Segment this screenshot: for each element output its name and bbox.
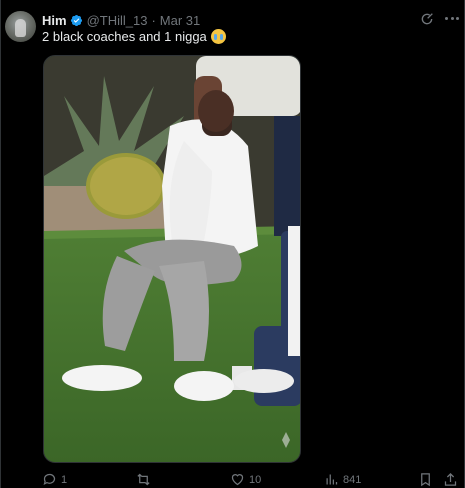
reply-icon [43, 473, 56, 486]
action-bar: 1 10 841 [42, 472, 462, 488]
tweet-photo[interactable] [43, 55, 301, 463]
retweet-button[interactable] [136, 472, 155, 487]
bookmark-button[interactable] [418, 472, 433, 487]
tweet-header: Him @THill_13 · Mar 31 [42, 12, 200, 28]
retweet-icon [137, 473, 150, 486]
like-count: 10 [249, 473, 262, 486]
author-name[interactable]: Him [42, 13, 67, 28]
tweet[interactable]: Him @THill_13 · Mar 31 2 black coaches a… [0, 0, 465, 488]
views-icon [326, 474, 338, 485]
share-button[interactable] [443, 472, 458, 487]
more-icon[interactable] [445, 17, 459, 21]
tweet-date[interactable]: Mar 31 [160, 13, 200, 28]
like-icon [231, 474, 244, 486]
photo-man-seated-on-lawn [44, 56, 300, 462]
separator: · [151, 12, 156, 28]
like-button[interactable]: 10 [230, 472, 261, 487]
author-handle[interactable]: @THill_13 [87, 13, 148, 28]
tweet-text: 2 black coaches and 1 nigga [42, 29, 226, 44]
reply-button[interactable]: 1 [42, 472, 67, 487]
grok-icon[interactable] [419, 11, 435, 27]
reply-count: 1 [61, 473, 68, 486]
verified-badge-icon [70, 14, 82, 26]
avatar[interactable] [5, 11, 36, 42]
loudly-crying-face-emoji [210, 29, 226, 44]
views-button[interactable]: 841 [324, 472, 361, 487]
share-icon [444, 472, 457, 486]
bookmark-icon [421, 473, 430, 487]
tweet-text-content: 2 black coaches and 1 nigga [42, 29, 207, 44]
views-count: 841 [343, 473, 362, 486]
